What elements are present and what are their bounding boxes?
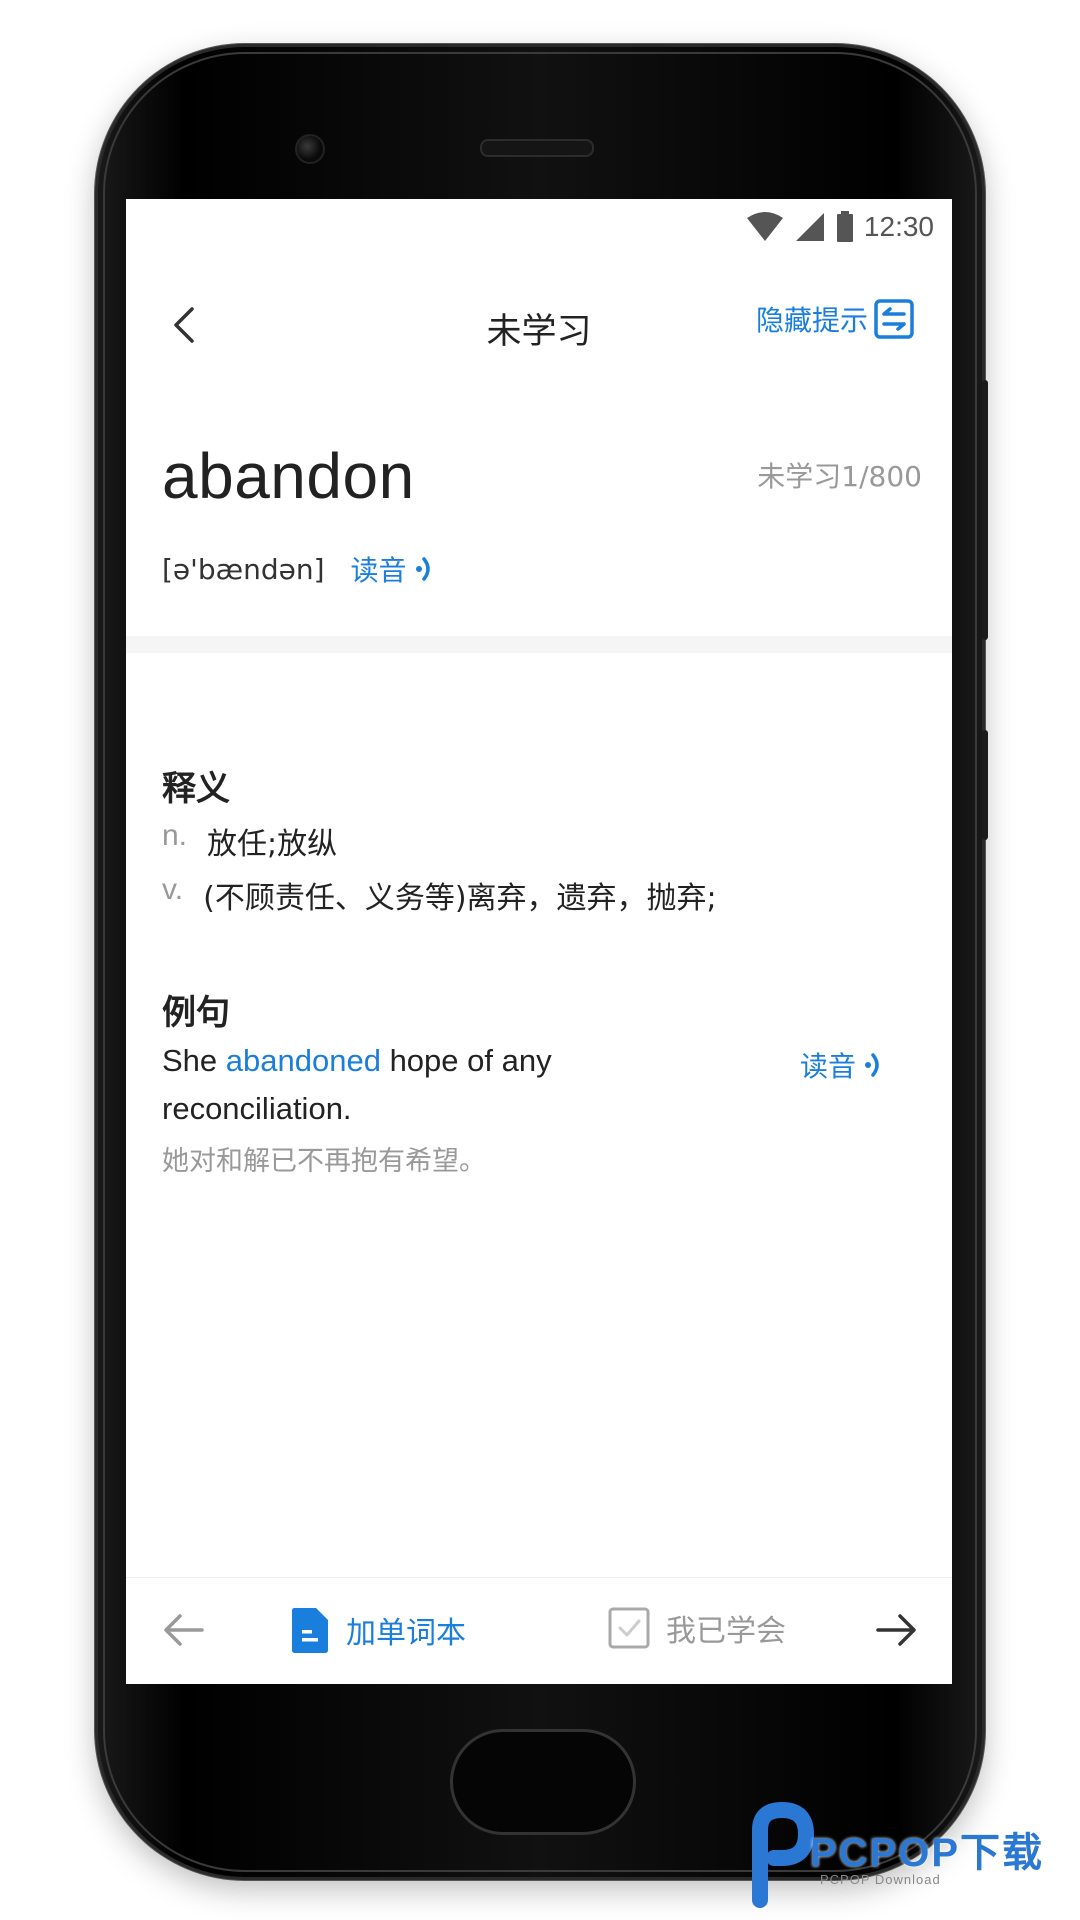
previous-arrow-icon[interactable]	[160, 1610, 206, 1650]
wordbook-icon	[292, 1608, 328, 1653]
example-sentence: She abandoned hope of any reconciliation…	[162, 1037, 682, 1133]
word-read-button[interactable]: 读音	[351, 549, 437, 589]
definitions-title: 释义	[162, 769, 230, 809]
signal-icon	[795, 213, 824, 241]
status-time: 12:30	[863, 211, 934, 242]
watermark-subtitle: PCPOP Download	[820, 1872, 941, 1887]
swap-icon	[874, 299, 914, 339]
next-arrow-icon[interactable]	[874, 1610, 920, 1650]
sound-icon	[865, 1053, 879, 1077]
watermark: PCPOP下载 PCPOP Download	[740, 1800, 1070, 1920]
sentence-keyword: abandoned	[225, 1043, 381, 1078]
sentence-start: She	[162, 1043, 226, 1078]
volume-button	[982, 380, 988, 640]
app-screen: 12:30 未学习 隐藏提示 abandon 未学习1/800 [ə'bændə…	[126, 199, 952, 1684]
watermark-logo	[752, 1801, 815, 1908]
progress-counter: 未学习1/800	[757, 460, 922, 493]
definition-meaning: (不顾责任、义务等)离弃，遗弃，抛弃;	[203, 881, 717, 916]
top-bar: 未学习 隐藏提示	[126, 289, 952, 361]
watermark-brand: PCPOP下载	[810, 1831, 1045, 1875]
checkbox-icon	[608, 1607, 650, 1649]
definition-item: v. (不顾责任、义务等)离弃，遗弃，抛弃;	[162, 873, 717, 917]
add-to-wordbook-label: 加单词本	[346, 1616, 466, 1651]
hide-hint-label: 隐藏提示	[755, 304, 868, 337]
front-camera	[295, 134, 325, 164]
status-icons: 12:30	[746, 211, 934, 243]
wifi-icon	[746, 212, 783, 241]
examples-title: 例句	[162, 993, 230, 1033]
earpiece-speaker	[480, 139, 594, 157]
canvas: 12:30 未学习 隐藏提示 abandon 未学习1/800 [ə'bændə…	[0, 0, 1080, 1920]
sound-icon	[415, 557, 430, 581]
phonetic-text: [ə'bændən]	[162, 552, 325, 586]
part-of-speech: v.	[162, 873, 184, 906]
status-bar: 12:30	[126, 199, 952, 257]
mark-learned-button[interactable]: 我已学会	[608, 1606, 786, 1650]
definition-item: n. 放任;放纵	[162, 819, 337, 863]
add-to-wordbook-button[interactable]: 加单词本	[290, 1606, 466, 1654]
definition-meaning: 放任;放纵	[207, 827, 338, 862]
bottom-bar: 加单词本 我已学会	[126, 1577, 952, 1684]
section-divider	[126, 636, 952, 653]
power-button	[982, 730, 988, 840]
battery-icon	[836, 211, 853, 242]
part-of-speech: n.	[162, 819, 188, 852]
hide-hint-button[interactable]: 隐藏提示	[756, 299, 914, 339]
word-header: abandon 未学习1/800	[162, 439, 922, 513]
read-label: 读音	[350, 554, 407, 587]
home-button[interactable]	[450, 1729, 636, 1835]
read-label: 读音	[799, 1050, 856, 1083]
phonetic-row: [ə'bændən] 读音	[162, 549, 437, 589]
example-read-button[interactable]: 读音	[800, 1045, 886, 1085]
mark-learned-label: 我已学会	[666, 1614, 786, 1649]
example-translation: 她对和解已不再抱有希望。	[162, 1146, 486, 1177]
